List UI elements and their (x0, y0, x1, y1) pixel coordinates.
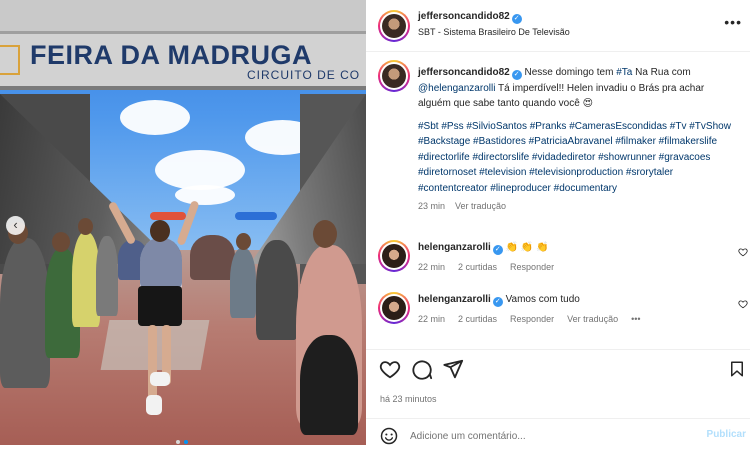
photo-person-head (78, 218, 93, 235)
avatar-ring (380, 12, 408, 40)
avatar-image (382, 296, 406, 320)
carousel-prev-button[interactable]: ‹ (6, 216, 25, 235)
post-caption: jeffersoncandido82 ✓ Nesse domingo tem #T… (418, 65, 738, 215)
avatar-ring (380, 242, 408, 270)
verified-badge-icon: ✓ (511, 70, 522, 80)
photo-presenter-vest (140, 238, 182, 288)
caption-text-part: Na Rua com (632, 67, 691, 78)
photo-presenter-head (150, 220, 170, 242)
avatar-image (382, 244, 406, 268)
carousel-dot (176, 440, 180, 444)
comment-input[interactable] (410, 428, 690, 444)
photo-person-head (313, 220, 337, 248)
photo-awning-red (150, 212, 186, 220)
comment-username[interactable]: helenganzarolli (418, 294, 491, 305)
photo-person-head (236, 233, 251, 250)
comment-meta: 22 min 2 curtidas Responder Ver tradução ••• (418, 314, 654, 324)
avatar-image (382, 64, 406, 88)
carousel-dots (172, 440, 196, 444)
comment-likes[interactable]: 2 curtidas (458, 262, 497, 272)
author-username[interactable]: jeffersoncandido82 (418, 11, 510, 22)
photo-cloud (120, 100, 190, 135)
like-heart-icon[interactable] (379, 358, 401, 380)
comment-like-heart-icon[interactable] (738, 299, 748, 309)
author-location[interactable]: SBT - Sistema Brasileiro De Televisão (418, 27, 570, 37)
photo-cloud (175, 185, 235, 205)
post-header: jeffersoncandido82 ✓ SBT - Sistema Brasil… (366, 0, 750, 52)
reply-button[interactable]: Responder (510, 262, 554, 272)
commenter-avatar[interactable] (378, 240, 410, 272)
post-side-panel: jeffersoncandido82 ✓ SBT - Sistema Brasil… (366, 0, 750, 450)
comment-time: 22 min (418, 262, 446, 272)
see-translation-link[interactable]: Ver tradução (455, 201, 506, 211)
photo-cloud (155, 150, 245, 190)
photo-presenter-skirt (138, 286, 182, 326)
photo-roof (0, 0, 366, 34)
photo-presenter-shoe (146, 395, 162, 415)
comment-item: helenganzarolli ✓ Vamos com tudo 22 min 2 … (366, 290, 750, 334)
comment-body: 👏 👏 👏 (502, 242, 549, 253)
comment-likes[interactable]: 2 curtidas (458, 314, 497, 324)
caption-meta: 23 min Ver tradução (418, 199, 738, 215)
comment-text: helenganzarolli ✓ Vamos com tudo (418, 294, 580, 307)
comment-like-heart-icon[interactable] (738, 247, 748, 257)
add-comment-bar: Publicar (366, 420, 750, 450)
avatar-ring (380, 62, 408, 90)
photo-person (256, 240, 298, 340)
avatar-ring (380, 294, 408, 322)
emoji-smiley-icon[interactable] (380, 427, 398, 445)
photo-awning-blue (235, 212, 277, 220)
commenter-avatar[interactable] (378, 292, 410, 324)
caption-text-part: Nesse domingo tem (521, 67, 617, 78)
post-photo[interactable]: FEIRA DA MADRUGA CIRCUITO DE CO ‹ (0, 0, 366, 450)
photo-person (230, 248, 256, 318)
comment-body: Vamos com tudo (502, 294, 580, 305)
comment-item: helenganzarolli ✓ 👏 👏 👏 22 min 2 curtidas R… (366, 238, 750, 282)
photo-presenter-leg (148, 325, 157, 400)
photo-crowd (190, 235, 235, 280)
photo-person (96, 236, 118, 316)
verified-badge-icon: ✓ (492, 245, 503, 255)
photo-sign-title: FEIRA DA MADRUGA (30, 40, 312, 70)
post-timestamp[interactable]: há 23 minutos (380, 394, 437, 404)
photo-person (0, 238, 50, 388)
comment-bubble-icon[interactable] (411, 358, 433, 380)
caption-username[interactable]: jeffersoncandido82 (418, 67, 510, 78)
author-avatar[interactable] (378, 10, 410, 42)
caption-author-avatar[interactable] (378, 60, 410, 92)
comment-meta: 22 min 2 curtidas Responder (418, 262, 567, 272)
verified-badge-icon: ✓ (511, 14, 522, 24)
share-paper-plane-icon[interactable] (442, 358, 464, 380)
photo-sign-logo (0, 45, 20, 75)
photo-presenter-shoe (150, 372, 170, 386)
post-action-bar (366, 356, 750, 382)
hashtag-link[interactable]: #Ta (616, 67, 632, 78)
divider (366, 418, 750, 419)
publish-comment-button[interactable]: Publicar (707, 429, 746, 440)
reply-button[interactable]: Responder (510, 314, 554, 324)
comment-text: helenganzarolli ✓ 👏 👏 👏 (418, 242, 549, 255)
caption-text: jeffersoncandido82 ✓ Nesse domingo tem #T… (418, 65, 738, 112)
verified-badge-icon: ✓ (492, 297, 503, 307)
caption-time: 23 min (418, 201, 446, 211)
author-name-row: jeffersoncandido82 ✓ (418, 11, 522, 24)
more-options-icon[interactable]: ••• (724, 14, 742, 30)
carousel-dot-active (184, 440, 188, 444)
save-bookmark-icon[interactable] (728, 358, 746, 380)
comment-username[interactable]: helenganzarolli (418, 242, 491, 253)
mention-link[interactable]: @helenganzarolli (418, 83, 495, 94)
see-translation-link[interactable]: Ver tradução (567, 314, 618, 324)
avatar-image (382, 14, 406, 38)
photo-scene: FEIRA DA MADRUGA CIRCUITO DE CO (0, 0, 366, 445)
photo-person-head (52, 232, 70, 252)
caption-hashtags[interactable]: #Sbt #Pss #SilvioSantos #Pranks #Cameras… (418, 119, 738, 197)
photo-sign-subtitle: CIRCUITO DE CO (247, 68, 361, 82)
comment-time: 22 min (418, 314, 446, 324)
divider (366, 349, 750, 350)
photo-person-pants (300, 335, 358, 435)
comment-more-icon[interactable]: ••• (631, 314, 640, 324)
